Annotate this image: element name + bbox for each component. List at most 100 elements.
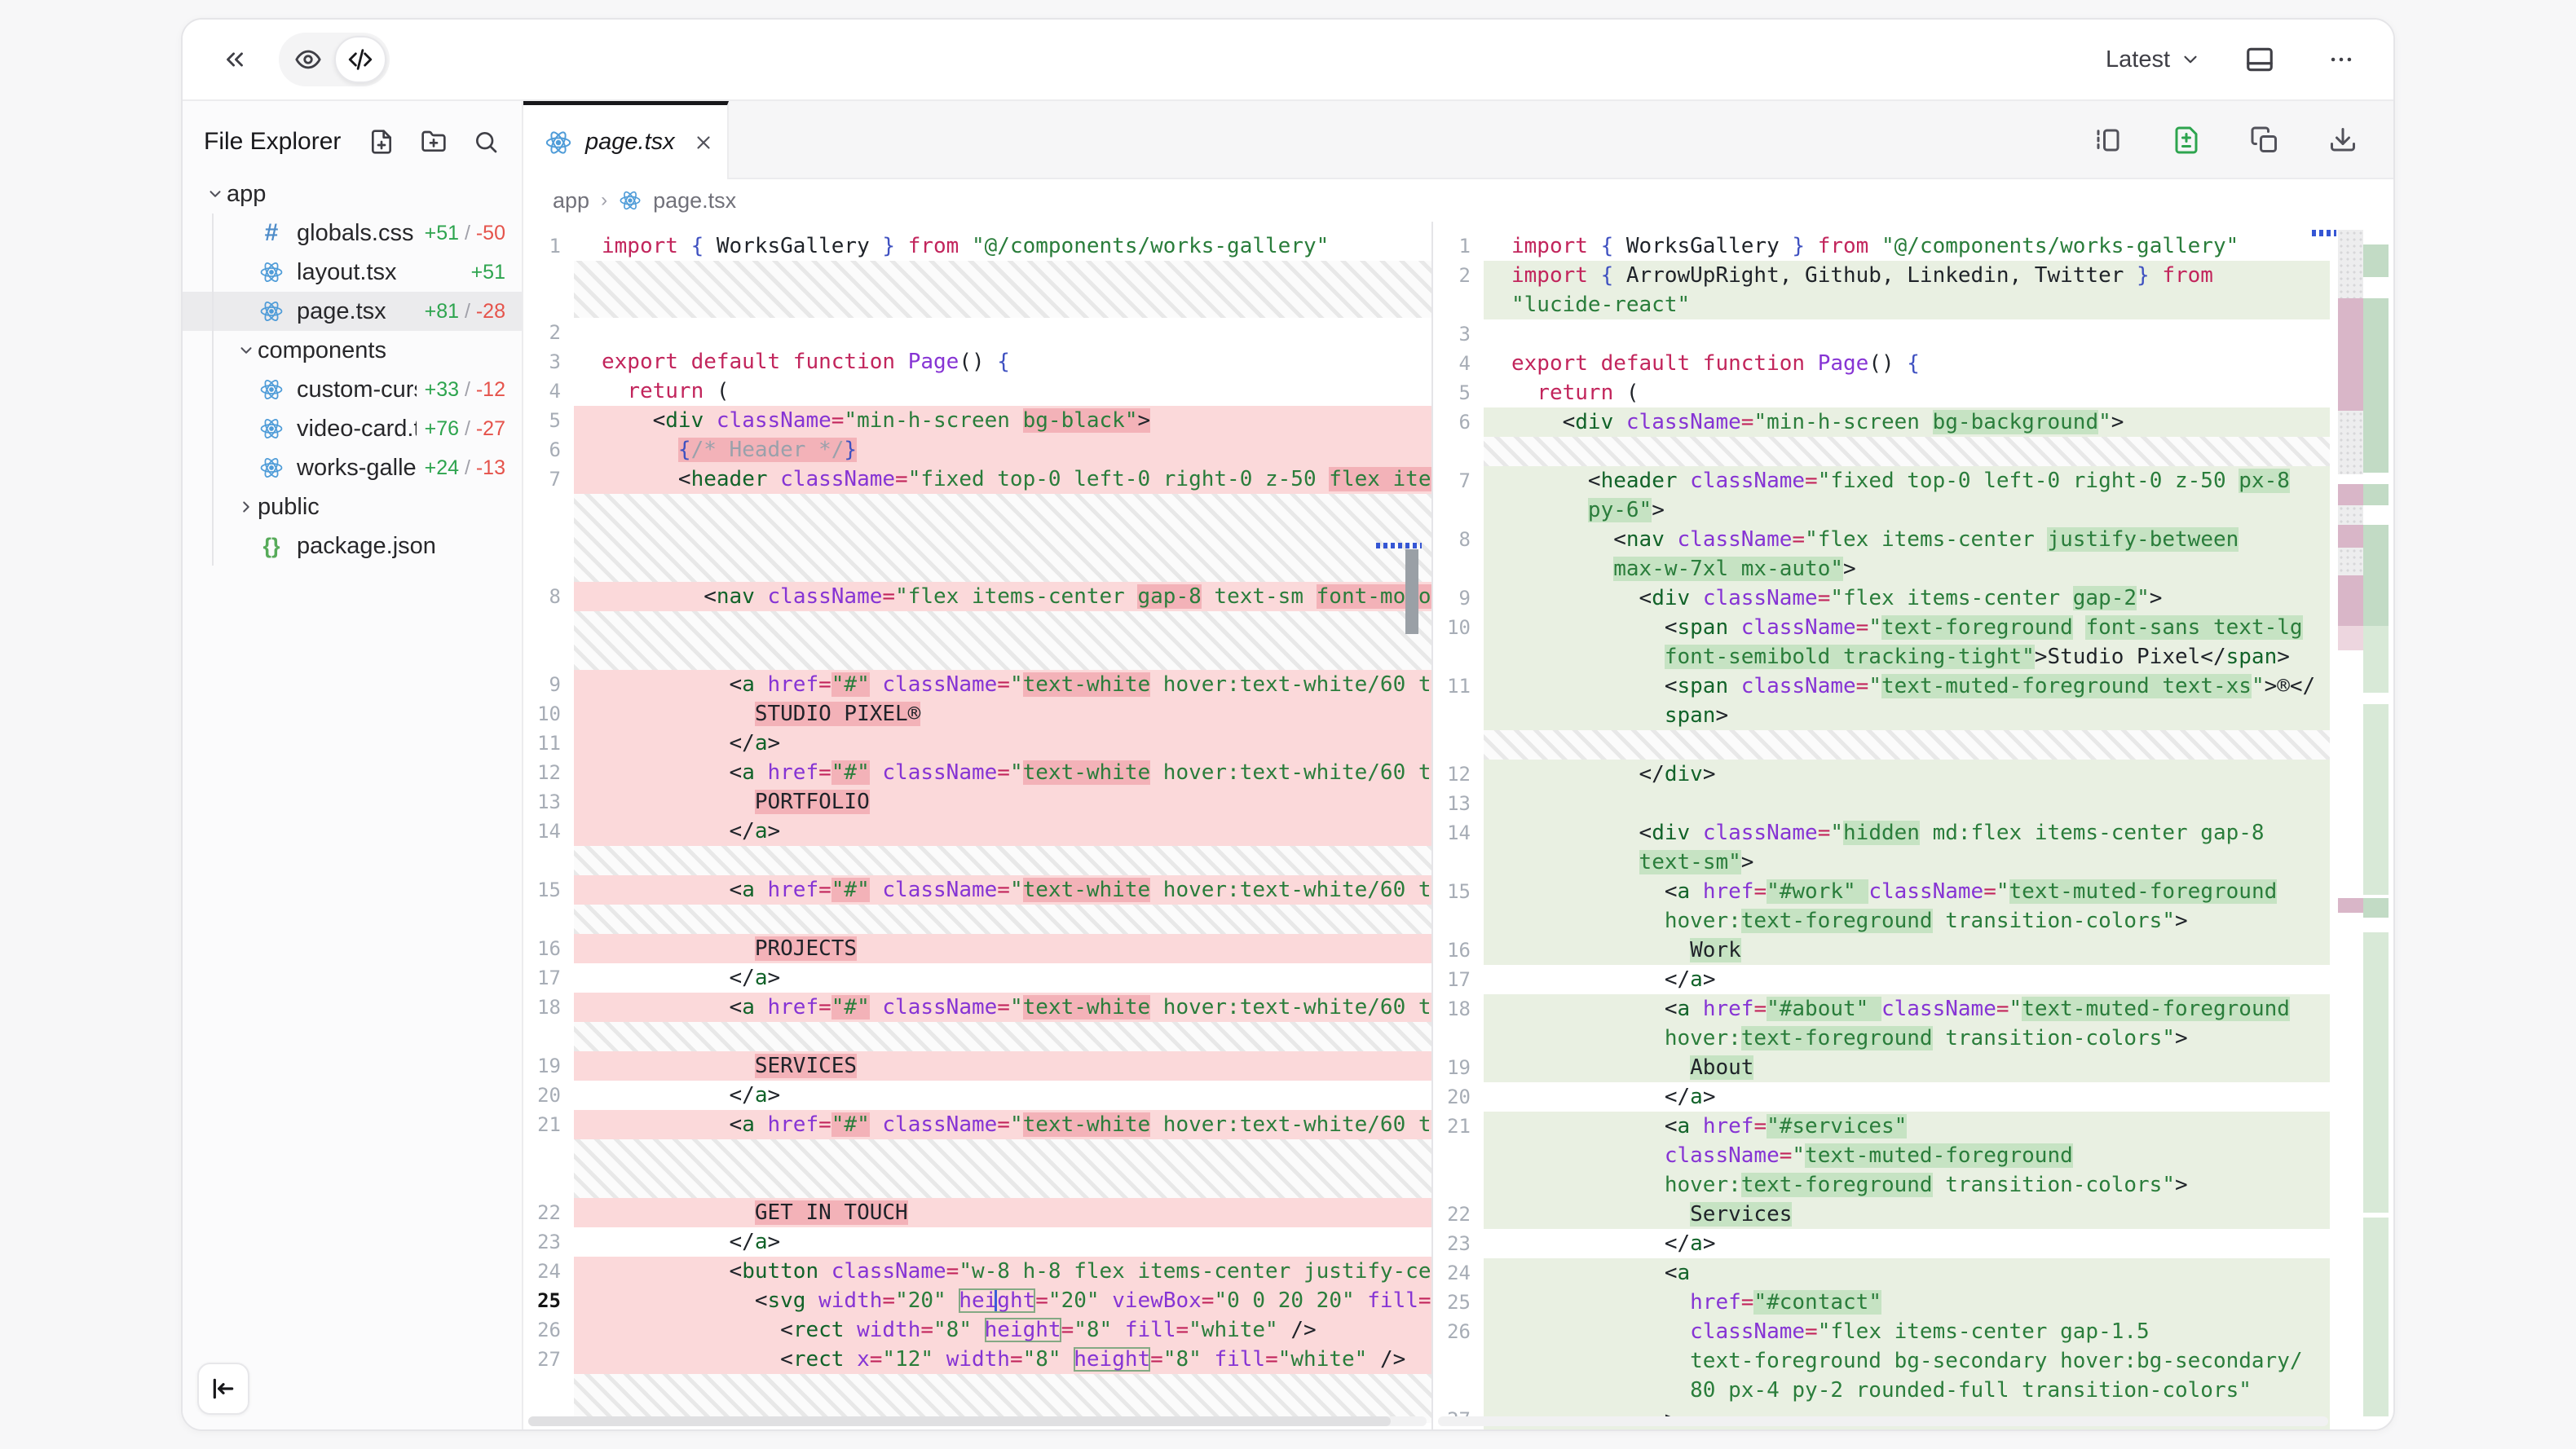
code-line[interactable]: 9 <div className="flex items-center gap-… <box>1433 584 2330 613</box>
code-line[interactable]: 20 </a> <box>523 1081 1431 1110</box>
file-item-page.tsx[interactable]: page.tsx+81 / -28 <box>183 292 522 331</box>
code-line[interactable]: 2import { ArrowUpRight, Github, Linkedin… <box>1433 261 2330 290</box>
code-line[interactable]: 13 <box>1433 789 2330 818</box>
minimap[interactable] <box>2336 227 2390 1412</box>
code-line[interactable]: 24 <a <box>1433 1258 2330 1288</box>
code-line[interactable]: 7 <header className="fixed top-0 left-0 … <box>523 465 1431 494</box>
code-line[interactable]: 26 className="flex items-center gap-1.5 <box>1433 1317 2330 1346</box>
code-line[interactable]: 6 <div className="min-h-screen bg-backgr… <box>1433 407 2330 437</box>
copy-button[interactable] <box>2242 117 2287 163</box>
code-line[interactable]: className="text-muted-foreground <box>1433 1141 2330 1170</box>
code-line[interactable]: 80 px-4 py-2 rounded-full transition-col… <box>1433 1376 2330 1405</box>
file-item-package.json[interactable]: {}package.json <box>183 526 522 566</box>
line-number: 13 <box>1433 789 1484 818</box>
code-line[interactable]: 18 <a href="#about" className="text-mute… <box>1433 994 2330 1024</box>
code-line[interactable]: 24 <button className="w-8 h-8 flex items… <box>523 1257 1431 1286</box>
code-line[interactable]: 17 </a> <box>523 963 1431 993</box>
code-line[interactable]: 4 return ( <box>523 377 1431 406</box>
code-line[interactable]: 8 <nav className="flex items-center just… <box>1433 525 2330 554</box>
code-line[interactable]: 23 </a> <box>523 1227 1431 1257</box>
code-line[interactable]: 11 </a> <box>523 729 1431 758</box>
code-line[interactable]: 14 </a> <box>523 817 1431 846</box>
code-line[interactable]: 21 <a href="#" className="text-white hov… <box>523 1110 1431 1139</box>
horizontal-scrollbar[interactable] <box>1438 1416 2328 1426</box>
code-line[interactable]: 5 return ( <box>1433 378 2330 407</box>
code-line[interactable]: 12 </div> <box>1433 760 2330 789</box>
more-menu-button[interactable] <box>2318 37 2364 82</box>
hidden-lines-hatch <box>523 261 1431 318</box>
vertical-scrollbar-thumb[interactable] <box>1405 549 1418 634</box>
download-button[interactable] <box>2320 117 2366 163</box>
code-toggle[interactable] <box>334 36 386 83</box>
code-line[interactable]: font-semibold tracking-tight">Studio Pix… <box>1433 642 2330 672</box>
preview-toggle[interactable] <box>282 36 334 83</box>
minimap-block <box>2363 704 2389 895</box>
code-line[interactable]: 5 <div className="min-h-screen bg-black"… <box>523 406 1431 435</box>
code-line[interactable]: 10 STUDIO PIXEL® <box>523 699 1431 729</box>
code-line[interactable]: "lucide-react" <box>1433 290 2330 319</box>
code-line[interactable]: 13 PORTFOLIO <box>523 787 1431 817</box>
code-line[interactable]: 18 <a href="#" className="text-white hov… <box>523 993 1431 1022</box>
code-line[interactable]: 19 SERVICES <box>523 1051 1431 1081</box>
browser-panel-button[interactable] <box>2237 37 2283 82</box>
code-line[interactable]: 27 <rect x="12" width="8" height="8" fil… <box>523 1345 1431 1374</box>
collapse-panel-button[interactable] <box>212 37 258 82</box>
collapse-sidebar-button[interactable] <box>197 1363 249 1415</box>
code-line[interactable]: hover:text-foreground transition-colors"… <box>1433 1024 2330 1053</box>
tab-page-tsx[interactable]: page.tsx <box>523 101 729 179</box>
code-line[interactable]: max-w-7xl mx-auto"> <box>1433 554 2330 584</box>
code-line[interactable]: 15 <a href="#work" className="text-muted… <box>1433 877 2330 906</box>
code-line[interactable]: 15 <a href="#" className="text-white hov… <box>523 875 1431 905</box>
code-line[interactable]: 23 </a> <box>1433 1229 2330 1258</box>
code-line[interactable]: hover:text-foreground transition-colors"… <box>1433 1170 2330 1200</box>
code-line[interactable]: 6 {/* Header */} <box>523 435 1431 465</box>
code-line[interactable]: 21 <a href="#services" <box>1433 1112 2330 1141</box>
code-line[interactable]: 26 <rect width="8" height="8" fill="whit… <box>523 1315 1431 1345</box>
code-line[interactable]: 22 GET IN TOUCH <box>523 1198 1431 1227</box>
code-line[interactable]: py-6"> <box>1433 495 2330 525</box>
new-folder-button[interactable] <box>417 126 450 158</box>
code-line[interactable]: 2 <box>523 318 1431 347</box>
horizontal-scrollbar[interactable] <box>528 1416 1427 1426</box>
file-item-globals.css[interactable]: #globals.css+51 / -50 <box>183 214 522 253</box>
breadcrumb-root[interactable]: app <box>553 188 589 214</box>
code-line[interactable]: 4export default function Page() { <box>1433 349 2330 378</box>
tab-close-icon[interactable] <box>693 132 714 153</box>
file-item-custom-curs[interactable]: custom-curs…+33 / -12 <box>183 370 522 409</box>
search-files-button[interactable] <box>470 126 502 158</box>
code-line[interactable]: 12 <a href="#" className="text-white hov… <box>523 758 1431 787</box>
code-line[interactable]: text-sm"> <box>1433 848 2330 877</box>
code-line[interactable]: 16 PROJECTS <box>523 934 1431 963</box>
file-item-layout.tsx[interactable]: layout.tsx+51 <box>183 253 522 292</box>
code-line[interactable]: 11 <span className="text-muted-foregroun… <box>1433 672 2330 701</box>
new-file-button[interactable] <box>365 126 398 158</box>
code-line[interactable]: 10 <span className="text-foreground font… <box>1433 613 2330 642</box>
code-line[interactable]: 25 href="#contact" <box>1433 1288 2330 1317</box>
code-line[interactable]: 20 </a> <box>1433 1082 2330 1112</box>
folder-item-app[interactable]: app <box>183 174 522 214</box>
diff-view-button[interactable] <box>2164 117 2209 163</box>
folder-item-public[interactable]: public <box>183 487 522 526</box>
code-line[interactable]: 16 Work <box>1433 936 2330 965</box>
code-line[interactable]: span> <box>1433 701 2330 730</box>
code-line[interactable]: 22 Services <box>1433 1200 2330 1229</box>
code-line[interactable]: 8 <nav className="flex items-center gap-… <box>523 582 1431 611</box>
code-line[interactable]: 7 <header className="fixed top-0 left-0 … <box>1433 466 2330 495</box>
code-line[interactable]: 3 <box>1433 319 2330 349</box>
split-view-button[interactable] <box>2085 117 2131 163</box>
code-line[interactable]: 17 </a> <box>1433 965 2330 994</box>
code-line[interactable]: 1import { WorksGallery } from "@/compone… <box>523 231 1431 261</box>
version-selector[interactable]: Latest <box>2106 46 2201 73</box>
file-item-video-card.tsx[interactable]: video-card.tsx+76 / -27 <box>183 409 522 448</box>
code-line[interactable]: 1import { WorksGallery } from "@/compone… <box>1433 231 2330 261</box>
code-line[interactable]: 3export default function Page() { <box>523 347 1431 377</box>
code-line[interactable]: 9 <a href="#" className="text-white hove… <box>523 670 1431 699</box>
code-line[interactable]: 25 <svg width="20" height="20" viewBox="… <box>523 1286 1431 1315</box>
code-line[interactable]: 19 About <box>1433 1053 2330 1082</box>
code-line[interactable]: 14 <div className="hidden md:flex items-… <box>1433 818 2330 848</box>
file-item-works-galler[interactable]: works-galler…+24 / -13 <box>183 448 522 487</box>
folder-item-components[interactable]: components <box>183 331 522 370</box>
breadcrumb-file[interactable]: page.tsx <box>653 188 736 214</box>
code-line[interactable]: hover:text-foreground transition-colors"… <box>1433 906 2330 936</box>
code-line[interactable]: text-foreground bg-secondary hover:bg-se… <box>1433 1346 2330 1376</box>
